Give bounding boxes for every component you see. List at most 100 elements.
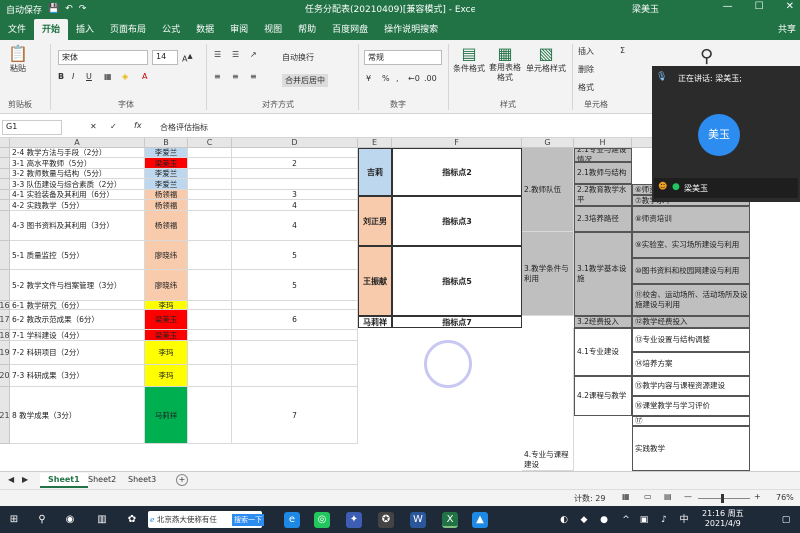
maximize-icon[interactable]: ☐ (755, 1, 764, 12)
cell-a[interactable]: 4-2 实践教学（5分） (10, 200, 145, 211)
word-icon[interactable]: W (410, 512, 426, 528)
notification-icon[interactable]: ▢ (778, 512, 794, 528)
cell-d[interactable]: 6 (232, 310, 358, 330)
clock[interactable]: 21:16 周五 2021/4/9 (702, 509, 744, 529)
column-header-B[interactable]: B (145, 138, 188, 148)
cell-style-button[interactable]: ▧ 单元格样式 (524, 44, 568, 74)
chevron-up-icon[interactable]: ^ (618, 512, 634, 528)
save-icon[interactable]: 💾 (48, 4, 59, 14)
cell-a[interactable]: 7-3 科研成果（3分） (10, 365, 145, 387)
cell-d[interactable] (232, 301, 358, 310)
cell-f-point[interactable]: 指标点5 (392, 246, 522, 316)
language-indicator[interactable]: 中 (676, 512, 692, 528)
cell-a[interactable]: 5-1 质量监控（5分） (10, 241, 145, 270)
cell-g-conditions[interactable]: 3.教学条件与利用 (522, 232, 574, 316)
align-center-icon[interactable]: ≡ (232, 72, 239, 81)
tray-icon-1[interactable]: ◐ (556, 512, 572, 528)
percent-button[interactable]: % (382, 74, 390, 83)
function-icon[interactable]: fx (134, 121, 142, 130)
cell-a[interactable]: 8 教学成果（3分） (10, 387, 145, 444)
widgets-icon[interactable]: ▥ (94, 512, 110, 528)
row-header[interactable]: 17 (0, 310, 10, 330)
cell-i-item[interactable]: ⑮教学内容与课程资源建设 (632, 376, 750, 396)
search-icon[interactable]: ⚲ (700, 46, 713, 67)
windows-start-icon[interactable]: ⊞ (6, 512, 22, 528)
cell-c[interactable] (188, 330, 232, 341)
autosave-label[interactable]: 自动保存 (6, 3, 42, 16)
cell-b-owner[interactable]: 廖晓纬 (145, 270, 188, 301)
search-button[interactable]: 搜索一下 (232, 514, 264, 526)
undo-icon[interactable]: ↶ (65, 4, 73, 14)
cell-b-owner[interactable]: 李玛 (145, 341, 188, 365)
chrome-icon[interactable]: ◎ (314, 512, 330, 528)
row-header[interactable] (0, 148, 10, 158)
merge-center-button[interactable]: 合并后居中 (282, 74, 328, 87)
zoom-in-icon[interactable]: + (754, 492, 761, 501)
app2-icon[interactable]: ✦ (346, 512, 362, 528)
excel-icon[interactable]: X (442, 512, 458, 528)
row-header[interactable] (0, 270, 10, 301)
cell-a[interactable]: 7-2 科研项目（2分） (10, 341, 145, 365)
cell-i-item[interactable]: ⑯课堂教学与学习评价 (632, 396, 750, 416)
cell-f-point[interactable]: 指标点7 (392, 316, 522, 328)
tab-3[interactable]: 页面布局 (102, 19, 154, 40)
cell-a[interactable]: 3-1 高水平教师（5分） (10, 158, 145, 169)
insert-cells-button[interactable]: 插入 (578, 46, 594, 57)
font-name-select[interactable]: 宋体 (58, 50, 148, 65)
row-header[interactable]: 16 (0, 301, 10, 310)
row-header[interactable] (0, 200, 10, 211)
cell-i-item[interactable]: ⑭培养方案 (632, 352, 750, 376)
delete-cells-button[interactable]: 删除 (578, 64, 594, 75)
cell-a[interactable]: 3-2 教师数量与结构（5分） (10, 169, 145, 179)
cell-b-owner[interactable]: 杨领福 (145, 200, 188, 211)
user-name[interactable]: 梁美玉 (632, 2, 659, 15)
meeting-app-icon[interactable]: ▲ (472, 512, 488, 528)
paste-button[interactable]: 📋 粘贴 (4, 44, 32, 74)
row-header[interactable]: 20 (0, 365, 10, 387)
cell-i-item[interactable]: ⑩图书资料和校园网建设与利用 (632, 258, 750, 284)
cell-b-owner[interactable]: 李爱兰 (145, 179, 188, 190)
cell-c[interactable] (188, 158, 232, 169)
search-icon[interactable]: ⚲ (34, 512, 50, 528)
fill-color-icon[interactable]: ◈ (122, 72, 128, 81)
cell-c[interactable] (188, 241, 232, 270)
cell-i-item[interactable]: ⑫教学经费投入 (632, 316, 750, 328)
cell-c[interactable] (188, 211, 232, 241)
cell-g-courses[interactable]: 4.专业与课程建设 (522, 328, 574, 471)
zoom-out-icon[interactable]: — (684, 492, 692, 501)
increase-font-icon[interactable]: A▲ (182, 52, 193, 64)
row-header[interactable]: 19 (0, 341, 10, 365)
page-layout-icon[interactable]: ▭ (644, 492, 652, 501)
align-top-icon[interactable]: ☰ (214, 50, 221, 59)
cell-e-name[interactable]: 马莉祥 (358, 316, 392, 328)
cell-i-item[interactable]: ⑨实验室、实习场所建设与利用 (632, 232, 750, 258)
orientation-icon[interactable]: ↗ (250, 50, 257, 59)
cell-a[interactable]: 4-3 图书资料及其利用（3分） (10, 211, 145, 241)
row-header[interactable] (0, 179, 10, 190)
cell-a[interactable]: 6-1 教学研究（6分） (10, 301, 145, 310)
cell-c[interactable] (188, 190, 232, 200)
name-box[interactable]: G1 (2, 120, 62, 135)
cell-a[interactable]: 4-1 实验装备及其利用（6分） (10, 190, 145, 200)
tab-0[interactable]: 文件 (0, 19, 34, 40)
cell-c[interactable] (188, 301, 232, 310)
cell-c[interactable] (188, 387, 232, 444)
cell-h-item[interactable]: 3.1教学基本设施 (574, 232, 632, 316)
cell-g-teachers[interactable]: 2.教师队伍 (522, 148, 574, 232)
add-sheet-icon[interactable]: + (176, 474, 188, 486)
tab-8[interactable]: 帮助 (290, 19, 324, 40)
tab-2[interactable]: 插入 (68, 19, 102, 40)
tab-5[interactable]: 数据 (188, 19, 222, 40)
number-format-select[interactable]: 常规 (364, 50, 442, 65)
cell-d[interactable]: 5 (232, 241, 358, 270)
sheet-tab-1[interactable]: Sheet1 (40, 473, 88, 488)
cell-b-owner[interactable]: 杨领福 (145, 211, 188, 241)
cell-b-owner[interactable]: 廖晓纬 (145, 241, 188, 270)
cell-a[interactable]: 6-2 教改示范成果（6分） (10, 310, 145, 330)
redo-icon[interactable]: ↷ (79, 4, 87, 14)
cell-i-item[interactable]: ⑰ (632, 416, 750, 426)
cell-c[interactable] (188, 365, 232, 387)
cell-b-owner[interactable]: 李玛 (145, 301, 188, 310)
zoom-slider[interactable] (698, 498, 750, 499)
font-size-select[interactable]: 14 (152, 50, 178, 65)
